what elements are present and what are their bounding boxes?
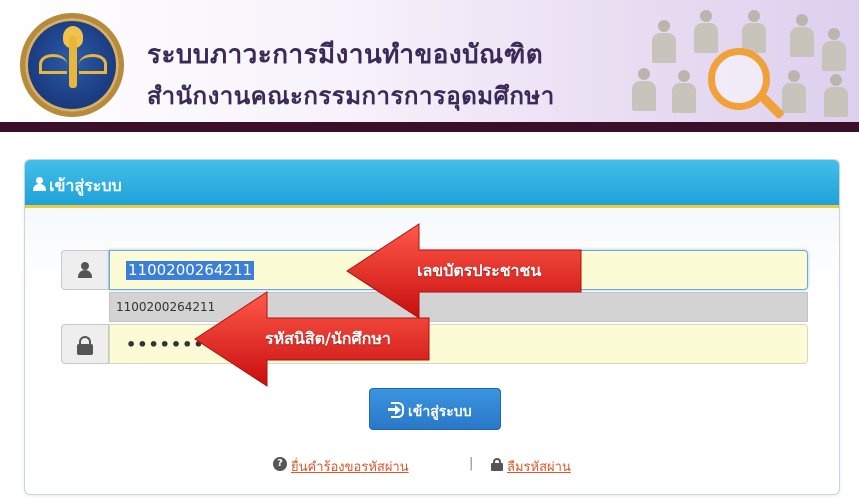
citizen-id-value: 1100200264211 [126,261,255,280]
link-separator: | [469,456,474,471]
password-annotation-arrow: รหัสนิสิต/นักศึกษา [193,290,433,388]
header-banner: ระบบภาวะการมีงานทำของบัณฑิต สำนักงานคณะก… [0,0,859,128]
forgot-password-link[interactable]: ลืมรหัสผ่าน [507,456,571,477]
help-links: ? ยื่นคำร้องขอรหัสผ่าน | ลืมรหัสผ่าน [273,454,633,476]
panel-title: เข้าสู่ระบบ [49,176,122,195]
login-page: ระบบภาวะการมีงานทำของบัณฑิต สำนักงานคณะก… [0,0,859,501]
system-title: ระบบภาวะการมีงานทำของบัณฑิต [147,40,544,70]
banner-divider [0,122,859,132]
user-icon [61,250,109,290]
question-icon: ? [273,457,287,471]
lock-icon [61,324,109,364]
login-panel-header: เข้าสู่ระบบ [25,160,839,208]
agency-title: สำนักงานคณะกรรมการการอุดมศึกษา [147,82,555,110]
id-annotation-label: เลขบัตรประชาชน [417,261,542,280]
login-button-label: เข้าสู่ระบบ [408,404,472,420]
password-annotation-label: รหัสนิสิต/นักศึกษา [265,329,391,348]
login-button[interactable]: เข้าสู่ระบบ [369,388,501,430]
user-icon [33,177,46,191]
ohec-logo-icon [20,13,124,117]
login-panel: เข้าสู่ระบบ 1100200264211 1100200264211 … [24,159,840,495]
people-search-icon [630,10,855,122]
sign-in-icon [388,402,404,418]
lock-icon [491,458,503,471]
request-password-link[interactable]: ยื่นคำร้องขอรหัสผ่าน [291,456,409,477]
